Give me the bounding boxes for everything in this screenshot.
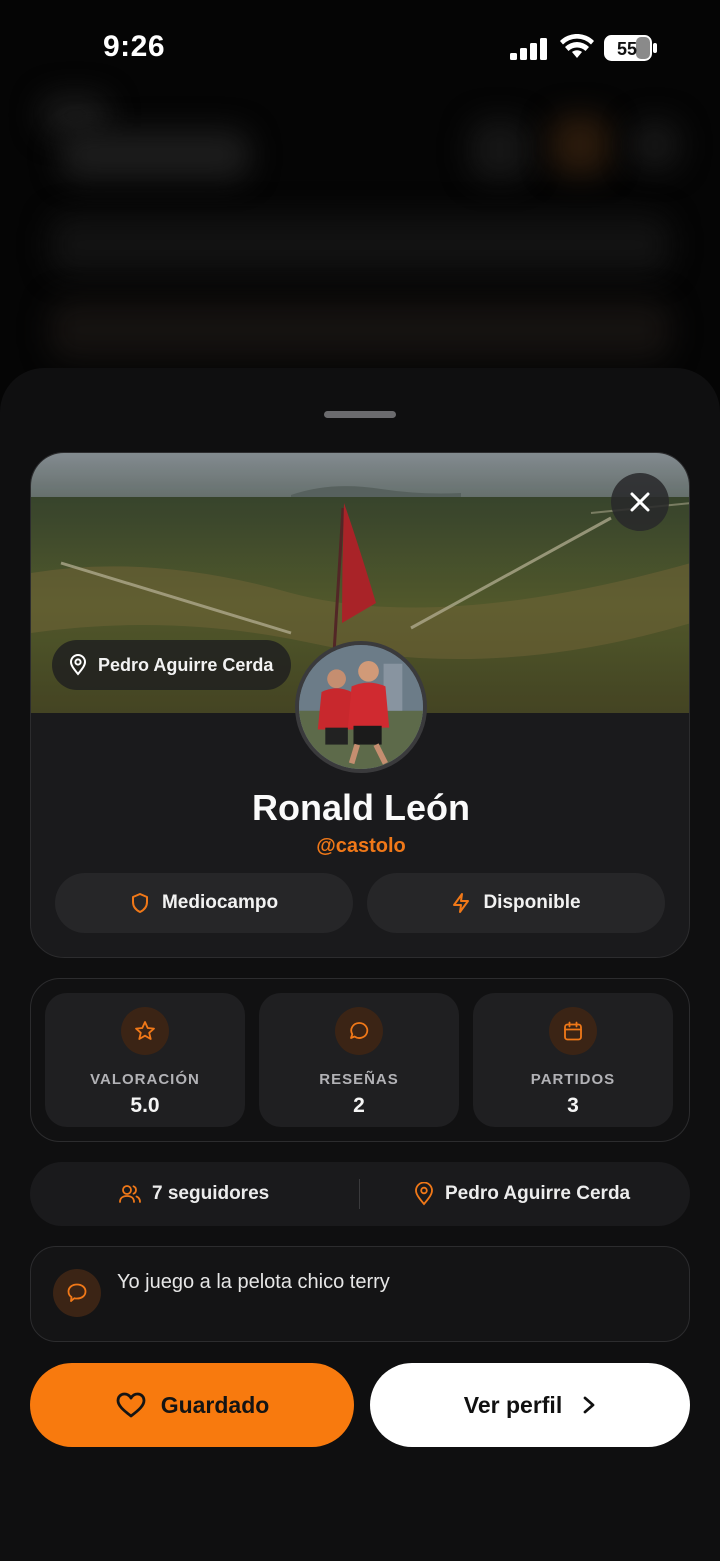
availability-chip: Disponible <box>367 873 665 933</box>
close-button[interactable] <box>611 473 669 531</box>
cover-location-pill: Pedro Aguirre Cerda <box>52 640 292 690</box>
location-label: Pedro Aguirre Cerda <box>445 1183 631 1204</box>
close-icon <box>630 492 650 512</box>
battery-icon: 55 <box>604 35 657 61</box>
profile-card: Pedro Aguirre Cerda Ronald León @castolo <box>30 452 690 958</box>
stat-reviews-label: RESEÑAS <box>319 1071 399 1088</box>
stats-card: VALORACIÓN 5.0 RESEÑAS 2 PARTIDOS 3 <box>30 978 690 1142</box>
map-pin-icon <box>415 1182 433 1206</box>
stat-matches-label: PARTIDOS <box>530 1071 616 1088</box>
stat-rating-value: 5.0 <box>130 1094 160 1117</box>
stat-matches-value: 3 <box>567 1094 579 1117</box>
info-bar: 7 seguidores Pedro Aguirre Cerda <box>30 1162 690 1226</box>
followers-label: 7 seguidores <box>152 1183 270 1204</box>
player-name: Ronald León <box>252 787 470 828</box>
position-chip: Mediocampo <box>55 873 353 933</box>
lightning-icon <box>453 893 470 913</box>
stat-reviews[interactable]: RESEÑAS 2 <box>259 993 459 1127</box>
stat-rating-label: VALORACIÓN <box>90 1071 200 1088</box>
view-profile-button-label: Ver perfil <box>463 1391 563 1418</box>
star-icon <box>135 1021 155 1040</box>
availability-chip-label: Disponible <box>483 892 581 913</box>
speech-bubble-icon <box>67 1283 87 1302</box>
bio-text: Yo juego a la pelota chico terry <box>117 1271 390 1293</box>
stat-matches: PARTIDOS 3 <box>473 993 673 1127</box>
status-bar: 9:26 55 <box>0 0 720 100</box>
player-bottom-sheet: Pedro Aguirre Cerda Ronald León @castolo <box>0 368 720 1561</box>
saved-button[interactable]: Guardado <box>30 1363 354 1447</box>
avatar[interactable] <box>295 641 427 773</box>
view-profile-button[interactable]: Ver perfil <box>370 1363 690 1447</box>
chevron-right-icon <box>583 1396 595 1414</box>
followers-info[interactable]: 7 seguidores <box>118 1162 269 1226</box>
status-time: 9:26 <box>103 30 166 63</box>
saved-button-label: Guardado <box>160 1391 270 1418</box>
position-chip-label: Mediocampo <box>161 892 279 913</box>
heart-icon <box>116 1392 146 1418</box>
info-divider <box>359 1179 360 1209</box>
location-info: Pedro Aguirre Cerda <box>413 1162 630 1226</box>
sheet-grabber[interactable] <box>324 411 396 418</box>
bio-card: Yo juego a la pelota chico terry <box>30 1246 690 1342</box>
stat-rating: VALORACIÓN 5.0 <box>45 993 245 1127</box>
map-pin-icon <box>69 654 87 676</box>
wifi-icon <box>560 34 594 58</box>
cover-location-label: Pedro Aguirre Cerda <box>98 654 274 675</box>
calendar-icon <box>564 1021 582 1041</box>
shield-icon <box>131 893 148 913</box>
cellular-signal-icon <box>510 38 547 60</box>
battery-level: 55 <box>617 39 637 59</box>
player-handle: @castolo <box>316 835 406 857</box>
chat-bubble-icon <box>350 1022 369 1039</box>
stat-reviews-value: 2 <box>353 1094 365 1117</box>
users-icon <box>119 1185 141 1203</box>
